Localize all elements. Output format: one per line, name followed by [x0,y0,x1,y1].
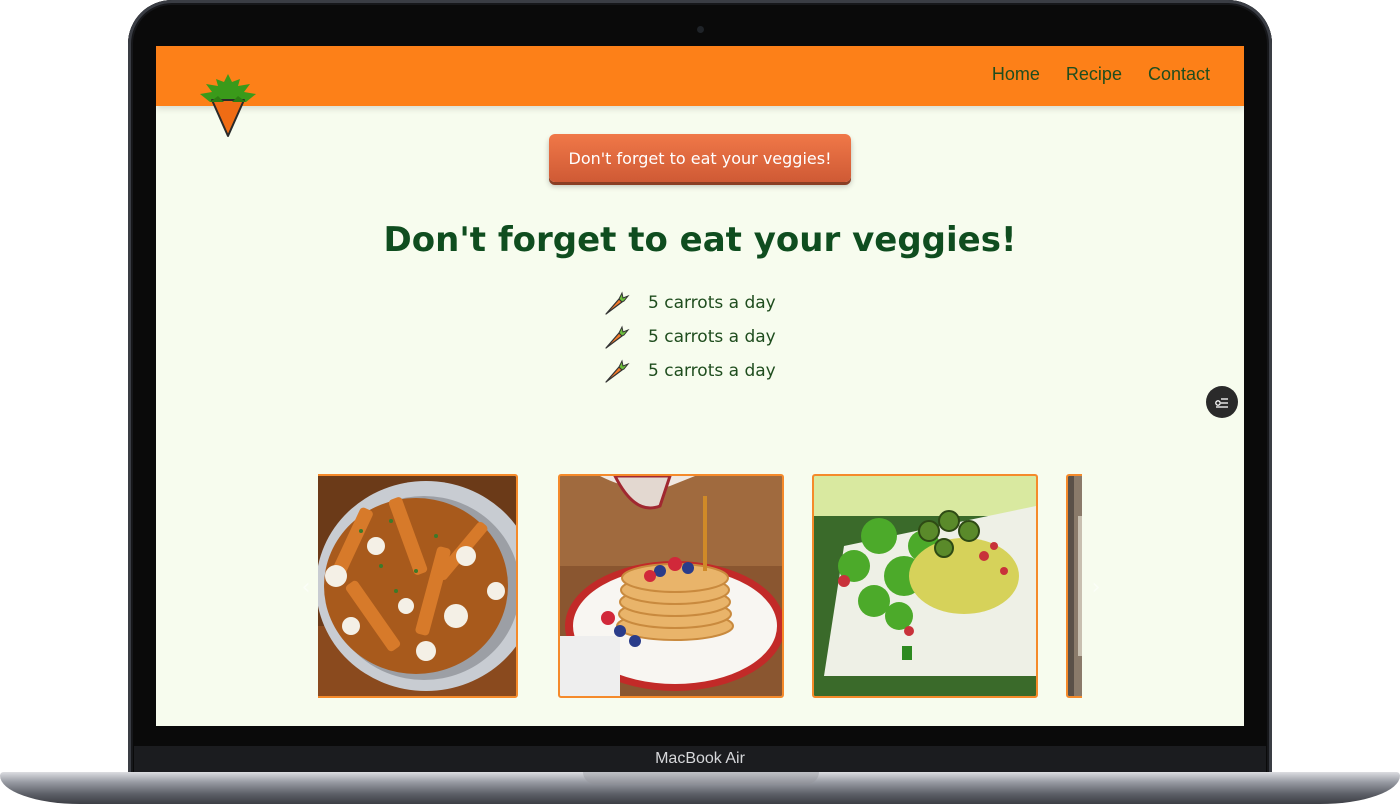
dish-image [1068,476,1082,696]
pancakes-image [560,476,782,696]
chevron-left-icon[interactable]: ‹ [296,577,316,599]
nav-contact-link[interactable]: Contact [1148,64,1210,85]
veggies-button[interactable]: Don't forget to eat your veggies! [549,134,851,182]
recipe-carousel[interactable] [318,472,1082,702]
salad-image [814,476,1036,696]
carrot-list: 5 carrots a day 5 carrots a day 5 carrot… [602,286,776,388]
browser-viewport: Home Recipe Contact Don't forget to eat … [156,46,1244,726]
list-item-text: 5 carrots a day [648,361,776,381]
filter-icon [1215,398,1228,408]
camera-icon [697,26,704,33]
carousel-card-salad[interactable] [812,474,1038,698]
list-item-text: 5 carrots a day [648,293,776,313]
chevron-right-icon[interactable]: › [1086,577,1106,599]
carrot-icon [605,325,630,349]
poutine-image [318,476,516,696]
carousel-card-poutine[interactable] [318,474,518,698]
carrot-icon [605,291,630,315]
carousel-card-pancakes[interactable] [558,474,784,698]
carousel-card-next[interactable] [1066,474,1082,698]
list-item: 5 carrots a day [602,320,776,354]
nav-links: Home Recipe Contact [992,64,1210,85]
page-title: Don't forget to eat your veggies! [383,220,1017,260]
device-brand-label: MacBook Air [655,750,745,767]
list-item-text: 5 carrots a day [648,327,776,347]
carrot-icon [605,359,630,383]
nav-recipe-link[interactable]: Recipe [1066,64,1122,85]
carrot-logo[interactable] [198,74,258,138]
nav-home-link[interactable]: Home [992,64,1040,85]
accessibility-fab-button[interactable] [1206,386,1238,418]
list-item: 5 carrots a day [602,354,776,388]
laptop-notch [583,772,819,784]
list-item: 5 carrots a day [602,286,776,320]
navbar: Home Recipe Contact [156,46,1244,106]
